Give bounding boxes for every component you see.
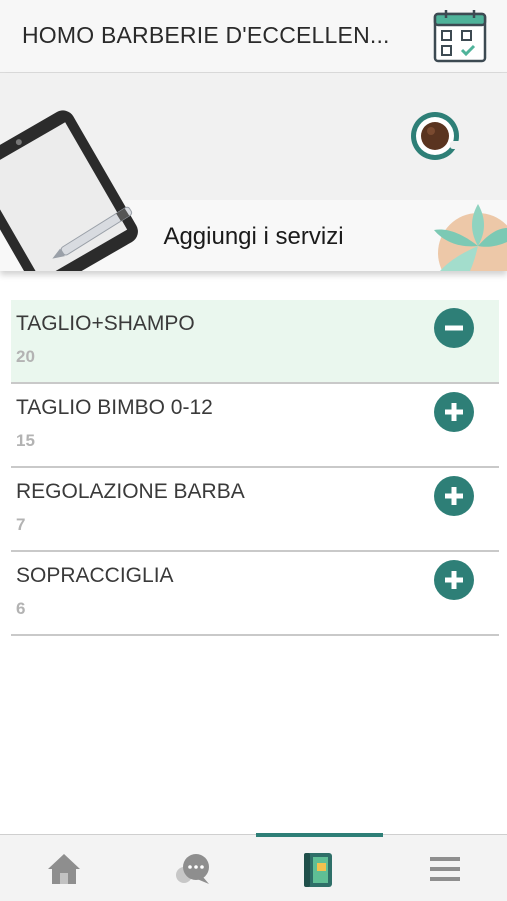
minus-icon bbox=[445, 325, 463, 331]
service-name: SOPRACCIGLIA bbox=[16, 564, 174, 587]
coffee-cup-icon bbox=[411, 112, 462, 160]
service-price: 20 bbox=[16, 347, 35, 366]
add-service-button[interactable] bbox=[434, 560, 474, 600]
nav-chat[interactable] bbox=[127, 845, 254, 895]
service-price: 7 bbox=[16, 515, 26, 534]
services-banner: Aggiungi i servizi bbox=[0, 73, 507, 271]
home-icon bbox=[48, 854, 80, 884]
service-row[interactable]: TAGLIO BIMBO 0-12 15 bbox=[11, 384, 499, 468]
plus-icon bbox=[445, 487, 463, 505]
service-name: TAGLIO+SHAMPO bbox=[16, 312, 195, 335]
menu-icon bbox=[430, 857, 460, 881]
plus-icon bbox=[445, 403, 463, 421]
service-name: TAGLIO BIMBO 0-12 bbox=[16, 396, 213, 419]
plus-icon bbox=[445, 571, 463, 589]
service-row[interactable]: REGOLAZIONE BARBA 7 bbox=[11, 468, 499, 552]
chat-icon bbox=[176, 854, 209, 884]
add-service-button[interactable] bbox=[434, 392, 474, 432]
active-tab-indicator bbox=[256, 833, 383, 837]
nav-home[interactable] bbox=[0, 845, 127, 895]
shop-title: HOMO BARBERIE D'ECCELLEN... bbox=[22, 22, 390, 48]
service-price: 6 bbox=[16, 599, 26, 618]
booking-book-icon bbox=[304, 853, 332, 887]
service-name: REGOLAZIONE BARBA bbox=[16, 480, 245, 503]
add-service-button[interactable] bbox=[434, 476, 474, 516]
service-row[interactable]: SOPRACCIGLIA 6 bbox=[11, 552, 499, 636]
calendar-button[interactable] bbox=[432, 8, 488, 64]
nav-booking[interactable] bbox=[254, 845, 381, 895]
calendar-check-icon bbox=[433, 10, 487, 63]
service-list: TAGLIO+SHAMPO 20 TAGLIO BIMBO 0-12 15 RE… bbox=[11, 300, 499, 636]
nav-menu[interactable] bbox=[381, 845, 507, 895]
app-header: HOMO BARBERIE D'ECCELLEN... bbox=[0, 0, 507, 73]
service-price: 15 bbox=[16, 431, 35, 450]
banner-title: Aggiungi i servizi bbox=[163, 223, 344, 250]
remove-service-button[interactable] bbox=[434, 308, 474, 348]
service-row[interactable]: TAGLIO+SHAMPO 20 bbox=[11, 300, 499, 384]
bottom-nav bbox=[0, 833, 507, 901]
